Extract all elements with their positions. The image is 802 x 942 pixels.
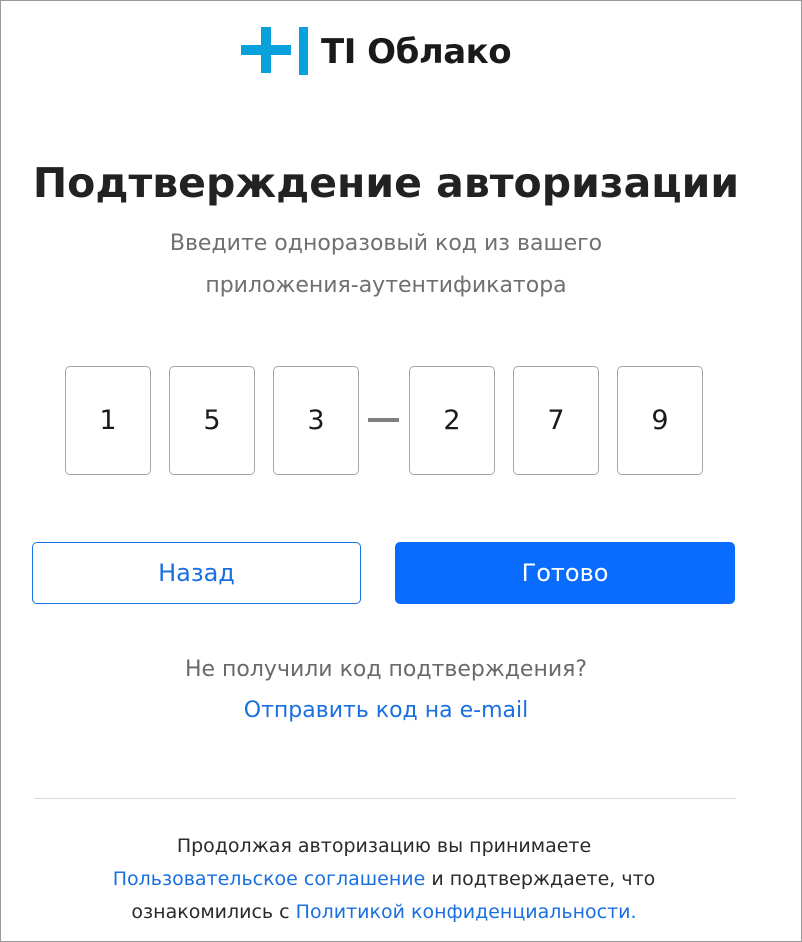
legal-text-3: ознакомились с (131, 901, 296, 923)
code-digit-input-2[interactable]: 5 (169, 366, 255, 475)
code-separator (368, 418, 399, 422)
subtitle-line-1: Введите одноразовый код из вашего (169, 231, 603, 256)
code-digit-input-1[interactable]: 1 (65, 366, 151, 475)
brand-name: TI Облако (321, 32, 512, 72)
code-digit-input-6[interactable]: 9 (617, 366, 703, 475)
back-button[interactable]: Назад (32, 542, 361, 604)
code-digit-input-5[interactable]: 7 (513, 366, 599, 475)
plus-logo-icon (241, 27, 313, 77)
subtitle-line-2: приложения-аутентификатора (205, 273, 567, 298)
legal-text-line-1: Продолжая авторизацию вы принимаете (176, 835, 592, 857)
page-title: Подтверждение авторизации (32, 159, 740, 207)
legal-line-3: ознакомились с Политикой конфиденциально… (1, 896, 767, 929)
legal-notice: Продолжая авторизацию вы принимаете Поль… (1, 830, 767, 929)
code-digit-input-3[interactable]: 3 (273, 366, 359, 475)
divider (34, 798, 736, 799)
done-button[interactable]: Готово (395, 542, 735, 604)
legal-text-2: и подтверждаете, что (425, 868, 656, 890)
send-code-email-link[interactable]: Отправить код на e-mail (1, 698, 771, 723)
legal-line-2: Пользовательское соглашение и подтвержда… (1, 863, 767, 896)
no-code-question: Не получили код подтверждения? (184, 657, 588, 682)
privacy-policy-link[interactable]: Политикой конфиденциальности. (296, 901, 637, 923)
page-subtitle: Введите одноразовый код из вашего прилож… (1, 223, 771, 307)
code-digit-input-4[interactable]: 2 (409, 366, 495, 475)
user-agreement-link[interactable]: Пользовательское соглашение (113, 868, 426, 890)
auth-confirmation-page: TI Облако Подтверждение авторизации Введ… (0, 0, 802, 942)
brand-logo: TI Облако (241, 27, 512, 77)
